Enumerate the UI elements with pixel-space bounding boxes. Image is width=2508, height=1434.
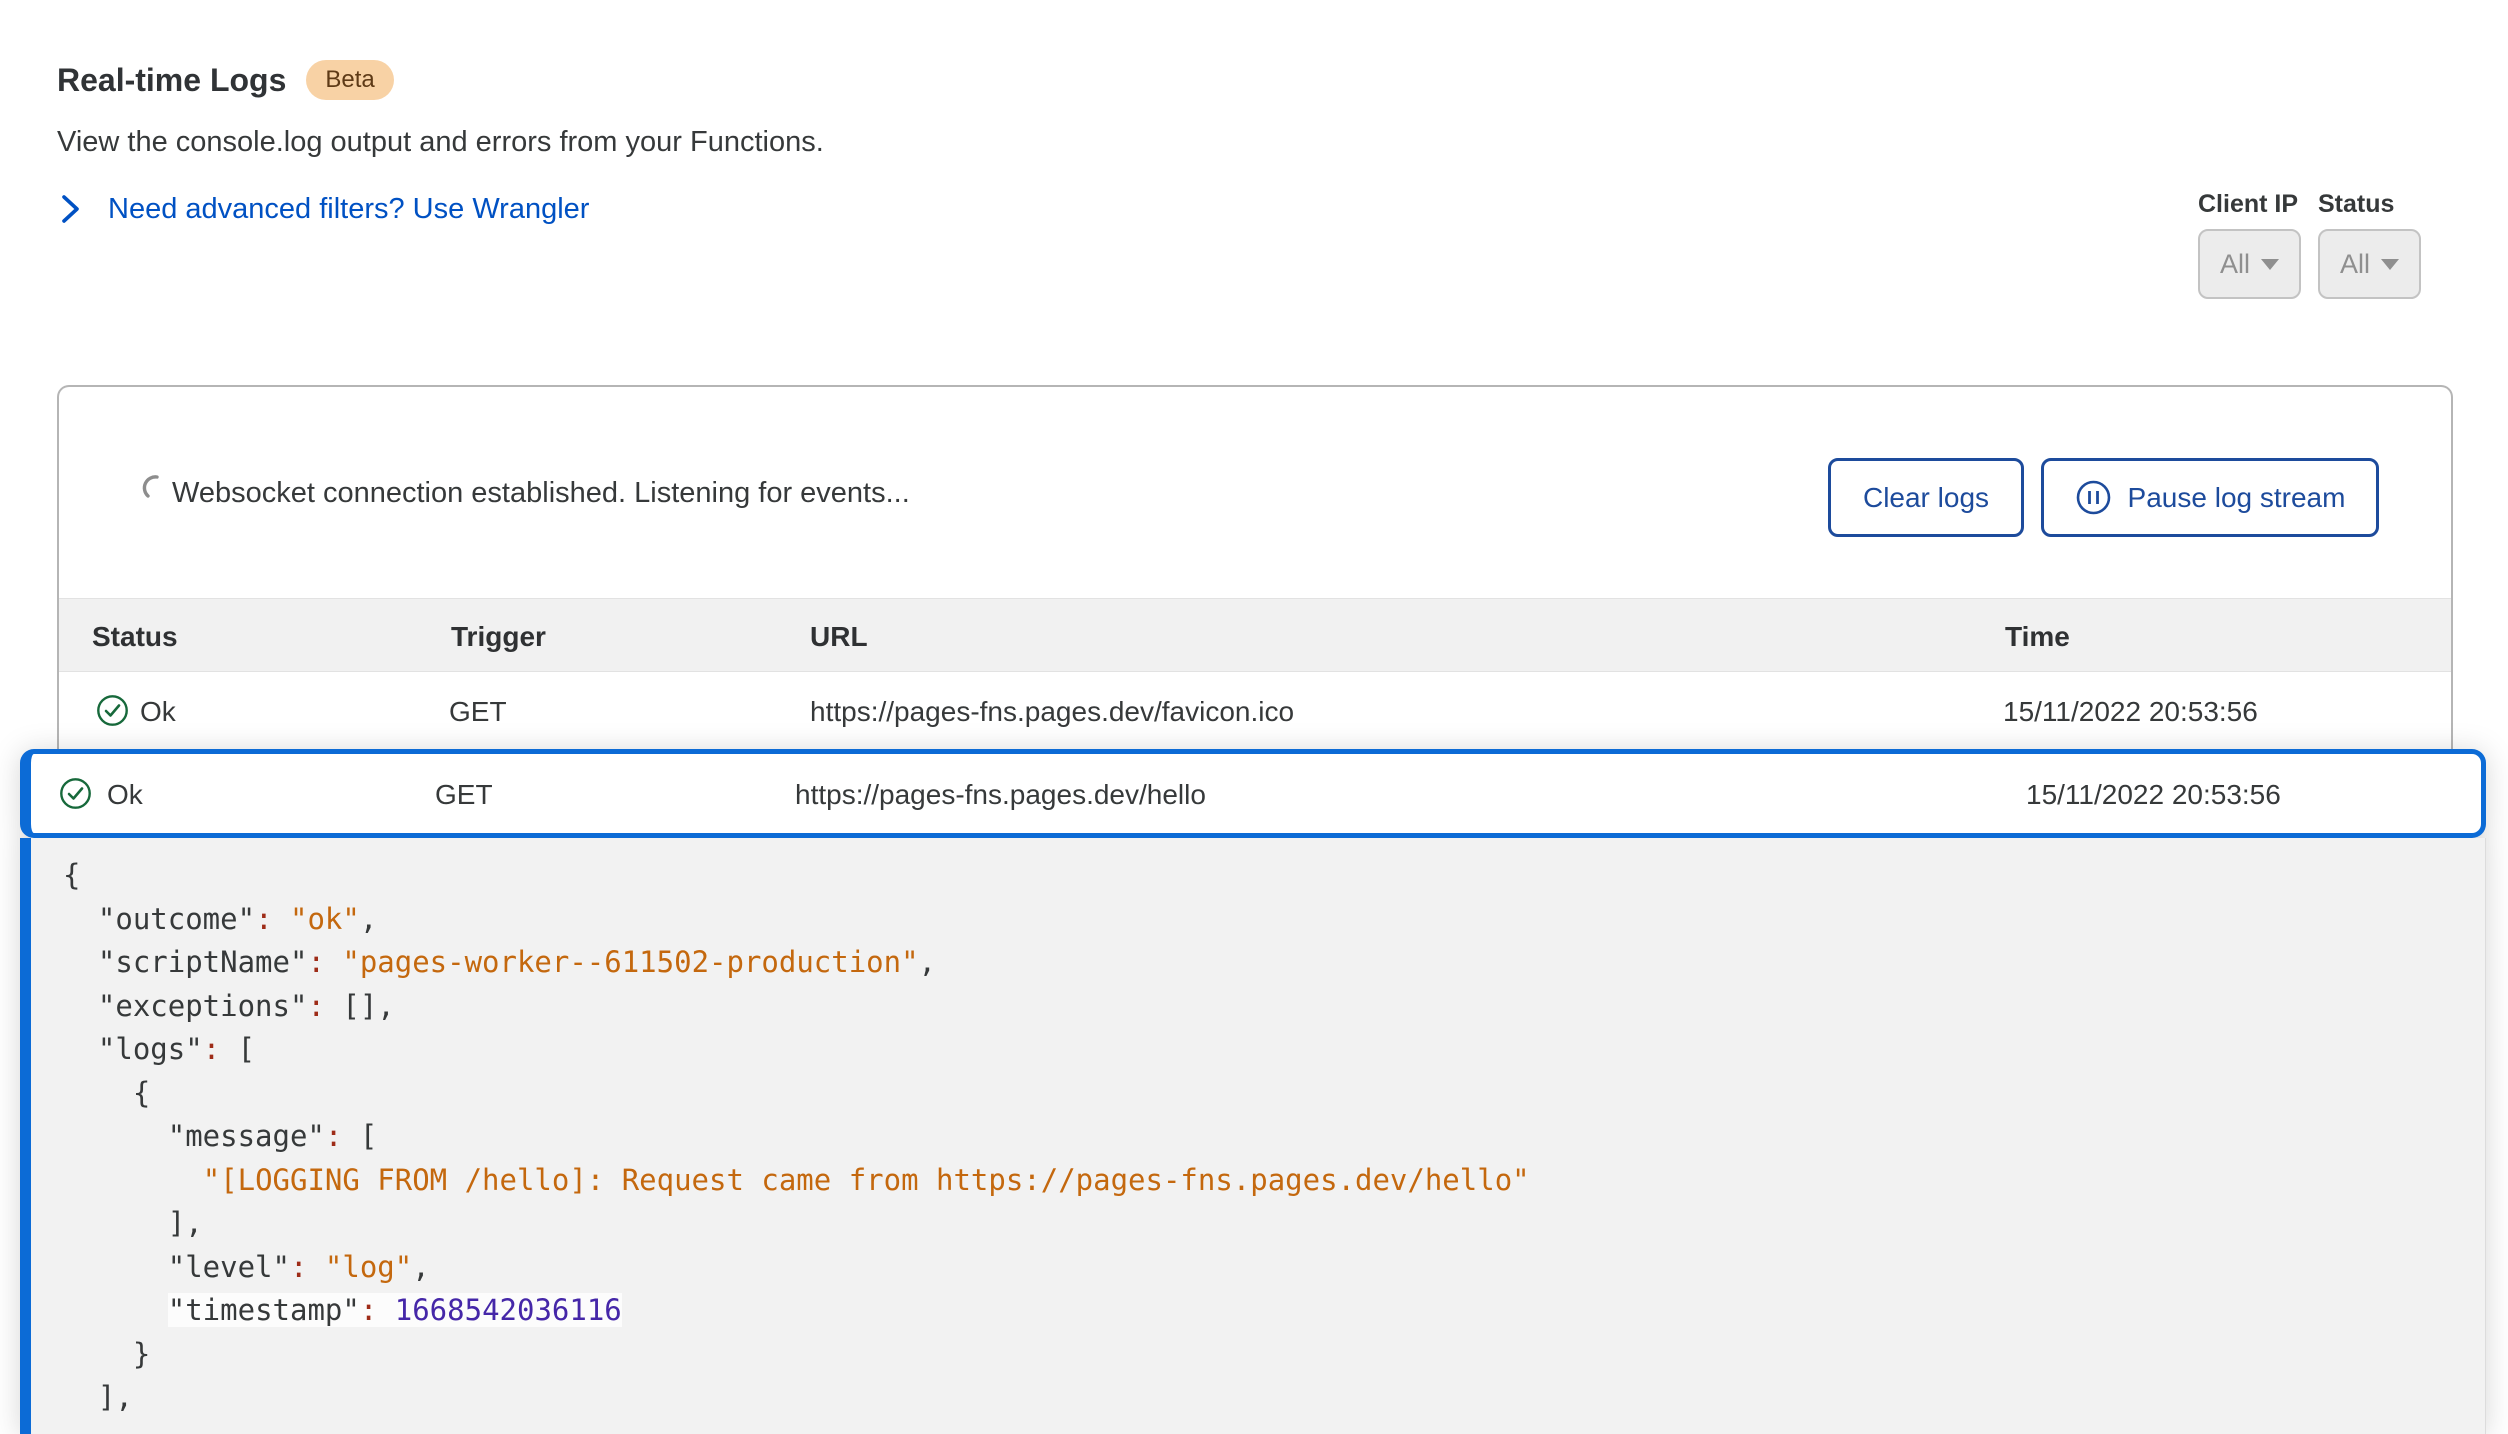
pause-log-stream-button[interactable]: Pause log stream	[2041, 458, 2379, 537]
websocket-status-message: Websocket connection established. Listen…	[172, 477, 910, 510]
page-title-text: Real-time Logs	[57, 62, 286, 99]
status-filter-dropdown[interactable]: All	[2318, 229, 2421, 299]
wrangler-link-label: Need advanced filters? Use Wrangler	[108, 193, 589, 226]
status-ok-icon	[96, 694, 129, 727]
log-json-code: { "outcome": "ok", "scriptName": "pages-…	[20, 838, 2486, 1434]
row-status: Ok	[107, 779, 143, 811]
page-subtitle: View the console.log output and errors f…	[57, 126, 824, 159]
chevron-down-icon	[2261, 259, 2279, 270]
logs-panel: Websocket connection established. Listen…	[57, 385, 2453, 749]
row-time: 15/11/2022 20:53:56	[2026, 779, 2281, 811]
column-header-status: Status	[92, 621, 178, 653]
row-time: 15/11/2022 20:53:56	[2003, 696, 2258, 728]
client-ip-filter-value: All	[2220, 249, 2250, 280]
column-header-time: Time	[2005, 621, 2070, 653]
beta-badge: Beta	[306, 60, 393, 100]
log-table-header: Status Trigger URL Time	[59, 598, 2451, 672]
client-ip-filter-dropdown[interactable]: All	[2198, 229, 2301, 299]
expanded-log-entry: Ok GET https://pages-fns.pages.dev/hello…	[20, 749, 2486, 1434]
row-status: Ok	[140, 696, 176, 728]
row-trigger: GET	[435, 779, 493, 811]
row-url: https://pages-fns.pages.dev/favicon.ico	[810, 696, 1294, 728]
row-url: https://pages-fns.pages.dev/hello	[795, 779, 1206, 811]
status-filter-value: All	[2340, 249, 2370, 280]
column-header-url: URL	[810, 621, 868, 653]
spinner-icon	[140, 473, 168, 501]
wrangler-advanced-filters-link[interactable]: Need advanced filters? Use Wrangler	[60, 192, 589, 226]
log-table-row[interactable]: Ok GET https://pages-fns.pages.dev/favic…	[59, 672, 2451, 749]
chevron-right-icon	[60, 192, 82, 226]
status-ok-icon	[59, 777, 92, 810]
clear-logs-button[interactable]: Clear logs	[1828, 458, 2024, 537]
log-table-row-expanded[interactable]: Ok GET https://pages-fns.pages.dev/hello…	[20, 749, 2486, 838]
row-trigger: GET	[449, 696, 507, 728]
pause-button-label: Pause log stream	[2128, 482, 2346, 514]
status-filter-label: Status	[2318, 190, 2394, 219]
page-title: Real-time Logs Beta	[57, 60, 394, 100]
column-header-trigger: Trigger	[451, 621, 546, 653]
chevron-down-icon	[2381, 259, 2399, 270]
pause-icon	[2075, 479, 2112, 516]
client-ip-filter-label: Client IP	[2198, 190, 2298, 219]
